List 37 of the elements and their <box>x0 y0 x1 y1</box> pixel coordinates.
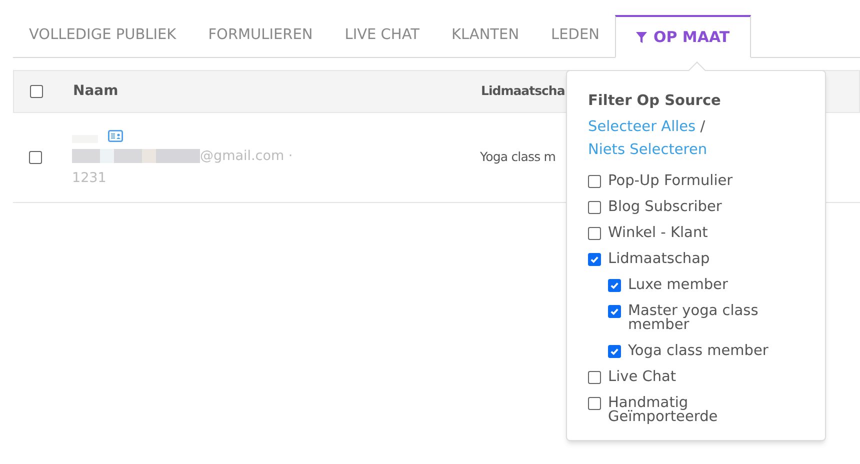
filter-option-label: Luxe member <box>628 278 728 292</box>
tab[interactable]: KLANTEN <box>435 15 536 57</box>
filter-option-label: Pop-Up Formulier <box>608 174 733 188</box>
checkbox[interactable] <box>588 396 601 410</box>
checkbox[interactable] <box>588 200 601 214</box>
popup-title: Filter Op Source <box>588 92 722 111</box>
select-all-link[interactable]: Selecteer Alles <box>588 118 696 135</box>
checkbox[interactable] <box>608 304 621 318</box>
contact-number: 1231 <box>72 169 108 188</box>
checkbox[interactable] <box>588 252 601 266</box>
tab[interactable]: VOLLEDIGE PUBLIEK <box>13 15 192 57</box>
tab[interactable]: OP MAAT <box>615 15 751 58</box>
filter-icon <box>636 32 648 42</box>
email-text: @gmail.com · <box>200 146 293 166</box>
filter-option-label: Handmatig Geïmporteerde <box>608 396 719 424</box>
filter-option-label: Master yoga class member <box>628 304 760 332</box>
checkbox[interactable] <box>608 278 621 292</box>
checkbox[interactable] <box>588 174 601 188</box>
tab[interactable]: FORMULIEREN <box>192 15 329 57</box>
checkbox[interactable] <box>30 85 43 98</box>
tab[interactable]: LEDEN <box>535 15 616 57</box>
checkbox[interactable] <box>588 226 601 240</box>
separator: / <box>699 118 706 135</box>
filter-option-label: Yoga class member <box>628 344 768 358</box>
filter-option-label: Winkel - Klant <box>608 226 708 240</box>
contact-card-icon <box>108 130 123 142</box>
filter-option-label: Lidmaatschap <box>608 252 710 266</box>
filter-option-label: Blog Subscriber <box>608 200 722 214</box>
checkbox[interactable] <box>29 151 42 164</box>
table-cell-text: Yoga class m <box>480 148 556 166</box>
checkbox[interactable] <box>588 370 601 384</box>
tab[interactable]: LIVE CHAT <box>328 15 436 57</box>
checkbox[interactable] <box>608 344 621 358</box>
filter-option-label: Live Chat <box>608 370 676 384</box>
select-none-link[interactable]: Niets Selecteren <box>588 142 708 158</box>
column-header: Naam <box>73 82 120 101</box>
column-header: Lidmaatscha <box>481 82 565 100</box>
